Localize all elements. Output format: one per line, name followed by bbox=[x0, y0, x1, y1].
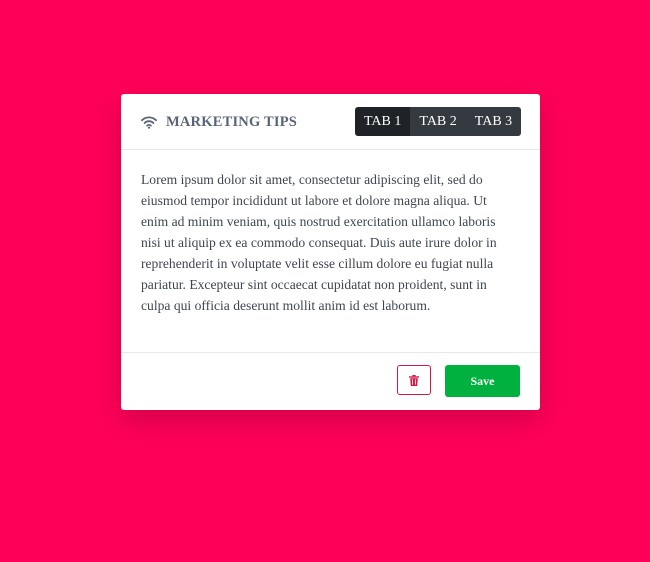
wifi-icon bbox=[141, 116, 157, 129]
tab-group: TAB 1 TAB 2 TAB 3 bbox=[355, 107, 522, 136]
tab-3[interactable]: TAB 3 bbox=[465, 107, 522, 136]
save-button[interactable]: Save bbox=[445, 365, 520, 397]
card-title-group: MARKETING TIPS bbox=[141, 112, 297, 132]
card-header: MARKETING TIPS TAB 1 TAB 2 TAB 3 bbox=[121, 94, 540, 150]
card-footer: Save bbox=[121, 352, 540, 410]
trash-icon bbox=[409, 374, 419, 386]
delete-button[interactable] bbox=[397, 365, 431, 395]
tab-1[interactable]: TAB 1 bbox=[355, 107, 411, 136]
body-text: Lorem ipsum dolor sit amet, consectetur … bbox=[141, 172, 497, 313]
card-title: MARKETING TIPS bbox=[166, 113, 298, 130]
marketing-tips-card: MARKETING TIPS TAB 1 TAB 2 TAB 3 Lorem i… bbox=[121, 94, 540, 410]
tab-2[interactable]: TAB 2 bbox=[410, 107, 466, 136]
card-body: Lorem ipsum dolor sit amet, consectetur … bbox=[141, 169, 516, 316]
